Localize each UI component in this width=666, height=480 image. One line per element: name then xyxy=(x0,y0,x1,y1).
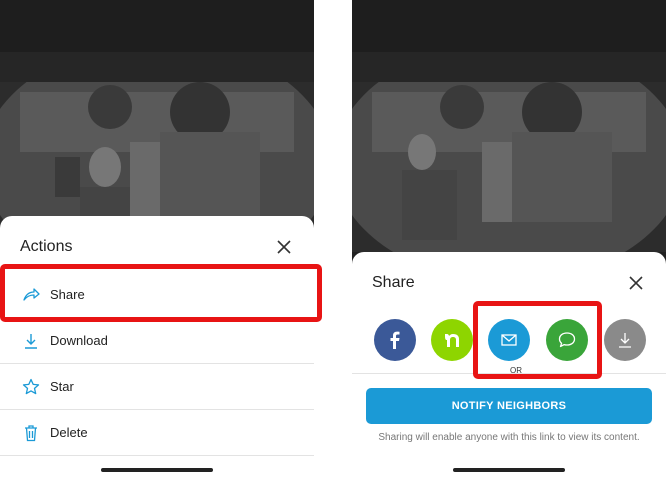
action-label: Delete xyxy=(50,425,88,440)
action-label: Download xyxy=(50,333,108,348)
download-icon xyxy=(25,334,37,349)
sheet-title: Actions xyxy=(20,238,73,255)
doorbell-video[interactable] xyxy=(352,52,666,252)
highlight-box-share xyxy=(0,264,322,322)
close-icon[interactable] xyxy=(627,274,645,292)
action-label: Star xyxy=(50,379,74,394)
home-indicator xyxy=(453,468,565,472)
sheet-title: Share xyxy=(372,274,415,291)
close-icon[interactable] xyxy=(275,238,293,256)
home-indicator xyxy=(101,468,213,472)
share-facebook-button[interactable] xyxy=(374,319,416,361)
top-bar xyxy=(352,0,666,52)
video-frame xyxy=(352,52,666,252)
share-nextdoor-button[interactable] xyxy=(431,319,473,361)
share-download-button[interactable] xyxy=(604,319,646,361)
facebook-icon xyxy=(390,331,400,349)
download-icon xyxy=(619,333,631,348)
nextdoor-icon xyxy=(445,334,459,347)
sharing-note: Sharing will enable anyone with this lin… xyxy=(378,432,640,443)
left-phone-screen: Actions Share Download Star Delete xyxy=(0,0,314,480)
star-icon xyxy=(22,378,40,395)
right-phone-screen: Share OR NOTIFY NEIGHBORS Sharing will e… xyxy=(352,0,666,480)
notify-neighbors-button[interactable]: NOTIFY NEIGHBORS xyxy=(366,388,652,424)
action-download[interactable]: Download xyxy=(0,318,314,364)
action-star[interactable]: Star xyxy=(0,364,314,410)
highlight-box-email-message xyxy=(473,301,602,379)
action-delete[interactable]: Delete xyxy=(0,410,314,456)
trash-icon xyxy=(25,425,37,442)
top-bar xyxy=(0,0,314,52)
